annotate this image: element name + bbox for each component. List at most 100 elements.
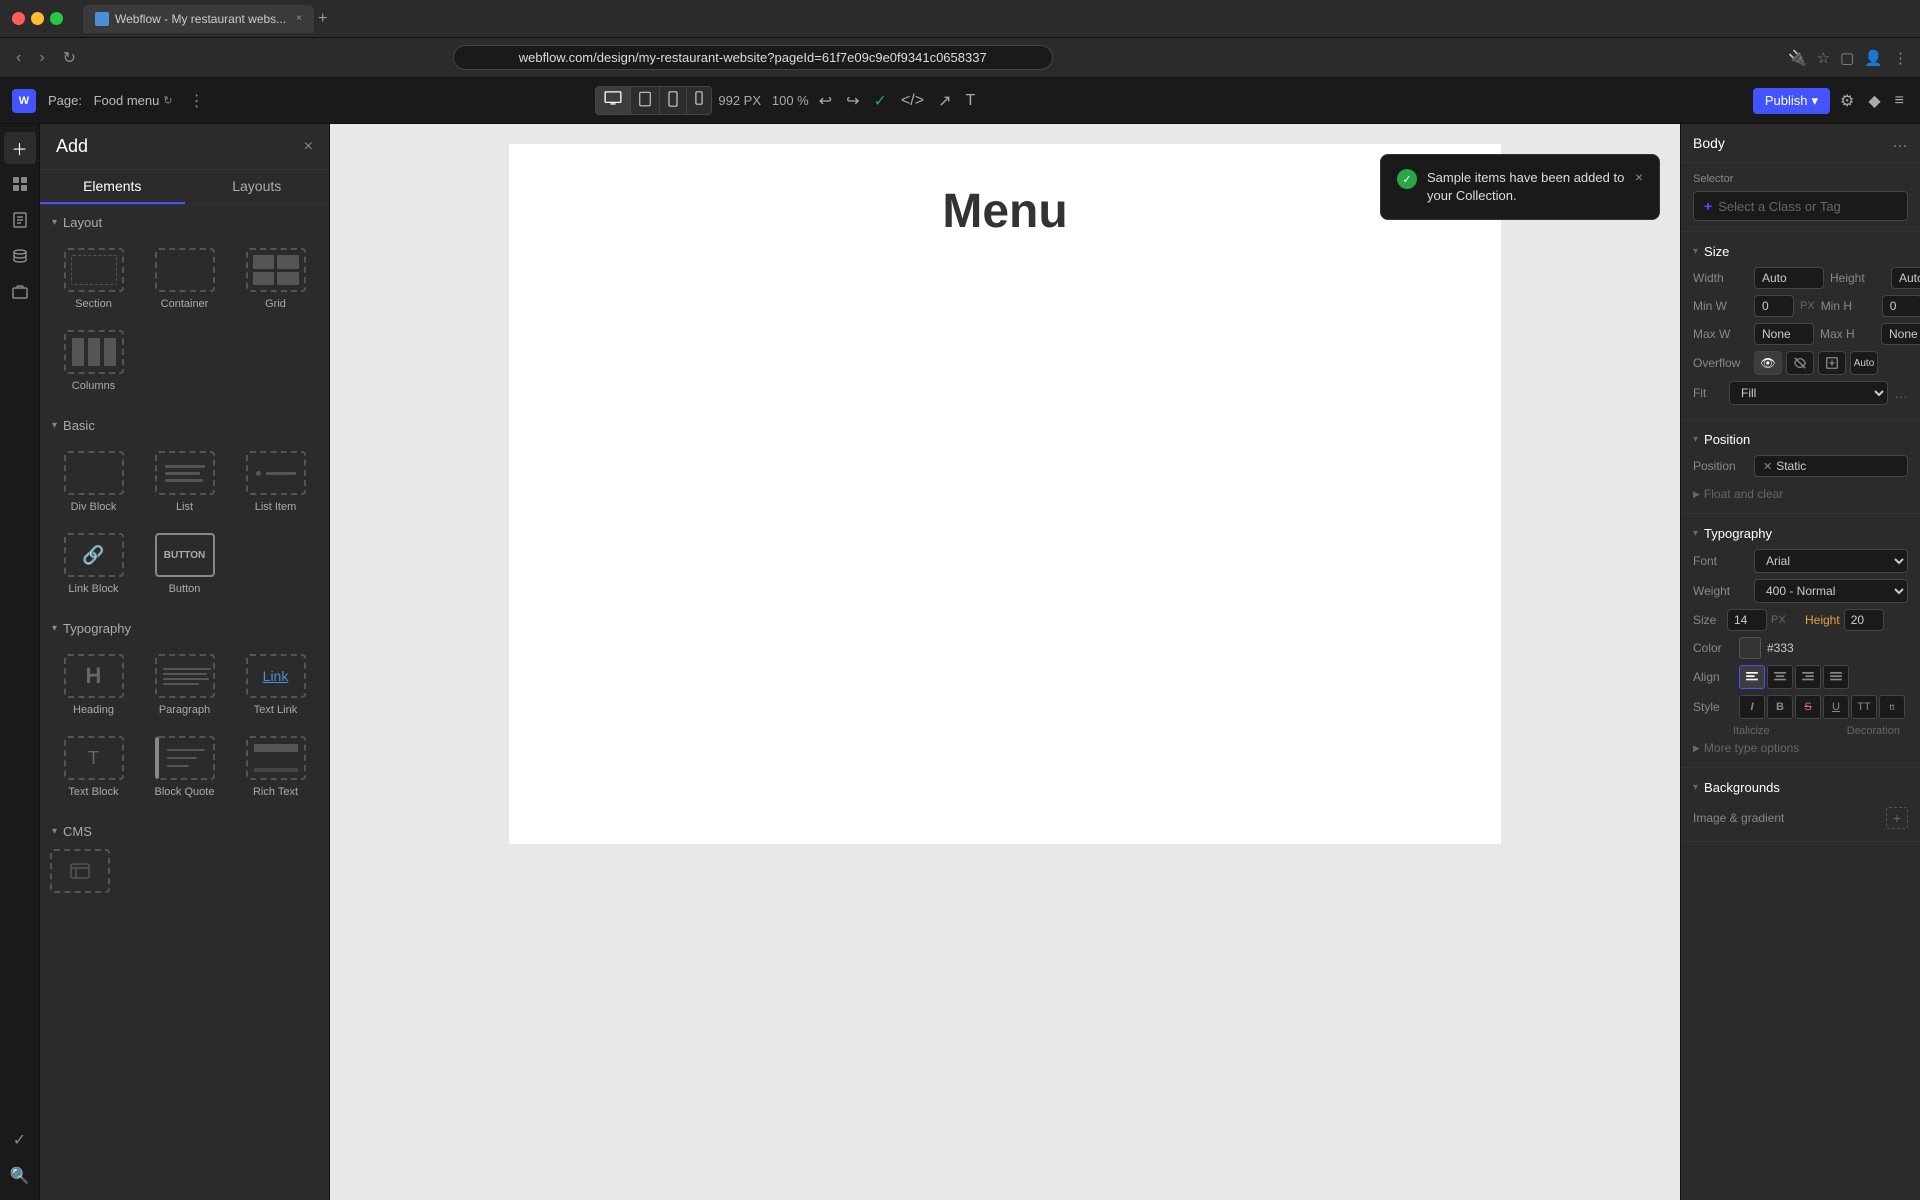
element-block-quote[interactable]: Block Quote bbox=[141, 728, 228, 806]
extensions-icon[interactable]: 🔌 bbox=[1788, 49, 1807, 67]
add-panel-close-btn[interactable]: × bbox=[304, 138, 313, 156]
color-swatch[interactable] bbox=[1739, 637, 1761, 659]
mac-maximize-btn[interactable] bbox=[50, 12, 63, 25]
webflow-logo[interactable]: W bbox=[12, 89, 36, 113]
sidebar-icon-search[interactable]: 🔍 bbox=[4, 1160, 36, 1192]
mac-minimize-btn[interactable] bbox=[31, 12, 44, 25]
sidebar-icon-navigator[interactable] bbox=[4, 168, 36, 200]
new-tab-btn[interactable]: + bbox=[318, 10, 327, 28]
element-button[interactable]: BUTTON Button bbox=[141, 525, 228, 603]
more-tools-icon[interactable]: ≡ bbox=[1891, 88, 1908, 114]
style-manager-icon[interactable]: ◆ bbox=[1864, 87, 1884, 115]
typography-props-header[interactable]: ▾ Typography bbox=[1693, 522, 1908, 549]
element-text-block[interactable]: T Text Block bbox=[50, 728, 137, 806]
italic-btn[interactable]: I bbox=[1739, 695, 1765, 719]
fit-select[interactable]: Fill Fit Auto bbox=[1729, 381, 1888, 405]
mac-traffic-lights[interactable] bbox=[12, 12, 63, 25]
fit-more-btn[interactable]: … bbox=[1894, 385, 1908, 401]
layout-section-header[interactable]: ▾ Layout bbox=[40, 205, 329, 236]
align-right-btn[interactable] bbox=[1795, 665, 1821, 689]
align-left-btn[interactable] bbox=[1739, 665, 1765, 689]
element-columns[interactable]: Columns bbox=[50, 322, 137, 400]
text-btn[interactable]: T bbox=[962, 88, 980, 114]
backgrounds-section-header[interactable]: ▾ Backgrounds bbox=[1693, 776, 1908, 803]
color-value[interactable]: #333 bbox=[1767, 641, 1794, 655]
uppercase-btn[interactable]: TT bbox=[1851, 695, 1877, 719]
overflow-auto-btn[interactable]: Auto bbox=[1850, 351, 1878, 375]
add-background-btn[interactable]: + bbox=[1886, 807, 1908, 829]
undo-btn[interactable]: ↩ bbox=[815, 87, 836, 115]
desktop-view-btn[interactable] bbox=[596, 87, 631, 114]
back-btn[interactable]: ‹ bbox=[12, 45, 25, 71]
tab-layouts[interactable]: Layouts bbox=[185, 170, 330, 204]
selector-input[interactable]: + Select a Class or Tag bbox=[1693, 191, 1908, 221]
cms-section-header[interactable]: ▾ CMS bbox=[40, 814, 329, 845]
menu-icon[interactable]: ⋮ bbox=[1893, 49, 1908, 67]
element-heading[interactable]: H Heading bbox=[50, 646, 137, 724]
size-section-header[interactable]: ▾ Size bbox=[1693, 240, 1908, 267]
element-list[interactable]: List bbox=[141, 443, 228, 521]
element-link-block[interactable]: 🔗 Link Block bbox=[50, 525, 137, 603]
browser-tab[interactable]: Webflow - My restaurant webs... × bbox=[83, 5, 314, 33]
position-section-header[interactable]: ▾ Position bbox=[1693, 428, 1908, 455]
max-w-input[interactable] bbox=[1754, 323, 1814, 345]
element-container[interactable]: Container bbox=[141, 240, 228, 318]
element-paragraph[interactable]: Paragraph bbox=[141, 646, 228, 724]
font-size-input[interactable] bbox=[1727, 609, 1767, 631]
element-div-block[interactable]: Div Block bbox=[50, 443, 137, 521]
lowercase-btn[interactable]: tt bbox=[1879, 695, 1905, 719]
sidebar-icon-assets[interactable] bbox=[4, 276, 36, 308]
align-center-btn[interactable] bbox=[1767, 665, 1793, 689]
weight-select[interactable]: 400 - Normal 700 - Bold 300 - Light bbox=[1754, 579, 1908, 603]
sidebar-icon-check[interactable]: ✓ bbox=[4, 1124, 36, 1156]
basic-section-header[interactable]: ▾ Basic bbox=[40, 408, 329, 439]
overflow-hidden-btn[interactable] bbox=[1786, 351, 1814, 375]
typography-section-header[interactable]: ▾ Typography bbox=[40, 611, 329, 642]
tablet-view-btn[interactable] bbox=[631, 87, 660, 114]
underline-btn[interactable]: U bbox=[1823, 695, 1849, 719]
min-w-input[interactable] bbox=[1754, 295, 1794, 317]
code-btn[interactable]: </> bbox=[897, 88, 928, 114]
mac-close-btn[interactable] bbox=[12, 12, 25, 25]
align-justify-btn[interactable] bbox=[1823, 665, 1849, 689]
sidebar-icon-cms[interactable] bbox=[4, 240, 36, 272]
element-list-item[interactable]: List Item bbox=[232, 443, 319, 521]
panel-more-btn[interactable]: … bbox=[1892, 134, 1908, 152]
element-section[interactable]: Section bbox=[50, 240, 137, 318]
redo-btn[interactable]: ↪ bbox=[842, 87, 863, 115]
tab-elements[interactable]: Elements bbox=[40, 170, 185, 204]
canvas-area[interactable]: Menu ✓ Sample items have been added to y… bbox=[330, 124, 1680, 1200]
overflow-scroll-btn[interactable] bbox=[1818, 351, 1846, 375]
share-btn[interactable]: ↗ bbox=[934, 87, 955, 115]
min-h-input[interactable] bbox=[1882, 295, 1920, 317]
max-h-input[interactable] bbox=[1881, 323, 1920, 345]
account-icon[interactable]: 👤 bbox=[1864, 49, 1883, 67]
multiwindow-icon[interactable]: ▢ bbox=[1840, 49, 1854, 67]
sidebar-icon-add[interactable]: ＋ bbox=[4, 132, 36, 164]
refresh-btn[interactable]: ↻ bbox=[59, 44, 80, 72]
forward-btn[interactable]: › bbox=[35, 45, 48, 71]
line-height-input[interactable] bbox=[1844, 609, 1884, 631]
address-input[interactable]: webflow.com/design/my-restaurant-website… bbox=[453, 45, 1053, 70]
star-icon[interactable]: ☆ bbox=[1817, 49, 1830, 67]
publish-btn[interactable]: Publish ▾ bbox=[1753, 88, 1830, 114]
settings-icon[interactable]: ⚙ bbox=[1836, 87, 1858, 115]
element-text-link[interactable]: Link Text Link bbox=[232, 646, 319, 724]
bold-btn[interactable]: B bbox=[1767, 695, 1793, 719]
element-rich-text[interactable]: Rich Text bbox=[232, 728, 319, 806]
view-mode-btns[interactable] bbox=[595, 86, 712, 115]
element-grid[interactable]: Grid bbox=[232, 240, 319, 318]
mobile-small-view-btn[interactable] bbox=[687, 87, 711, 114]
overflow-visible-btn[interactable]: 👁 bbox=[1754, 351, 1782, 375]
strikethrough-btn[interactable]: S bbox=[1795, 695, 1821, 719]
toast-close-btn[interactable]: × bbox=[1635, 169, 1643, 185]
width-input[interactable] bbox=[1754, 267, 1824, 289]
more-type-options-btn[interactable]: ▶ More type options bbox=[1693, 737, 1908, 759]
sidebar-icon-pages[interactable] bbox=[4, 204, 36, 236]
height-input[interactable] bbox=[1891, 267, 1920, 289]
toolbar-more-btn[interactable]: ⋮ bbox=[189, 91, 205, 111]
font-select[interactable]: Arial Helvetica Georgia bbox=[1754, 549, 1908, 573]
page-refresh-icon[interactable]: ↻ bbox=[163, 94, 172, 107]
tab-close-btn[interactable]: × bbox=[296, 13, 302, 24]
float-clear-link[interactable]: ▶ Float and clear bbox=[1693, 483, 1908, 505]
